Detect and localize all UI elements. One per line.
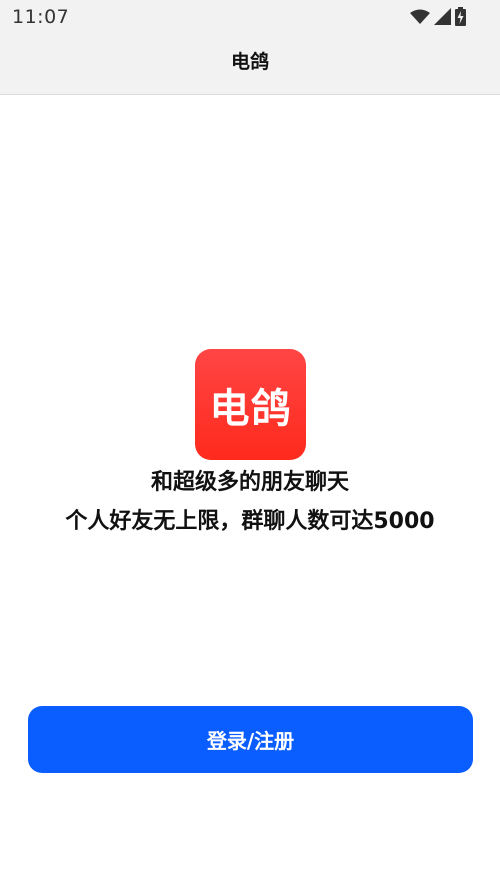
app-logo: 电鸽: [195, 349, 306, 460]
status-time: 11:07: [12, 6, 70, 28]
tagline-primary: 和超级多的朋友聊天: [150, 470, 349, 495]
tagline-secondary: 个人好友无上限，群聊人数可达5000: [65, 509, 435, 534]
app-screen: 11:07 电鸽 电鸽 和超级多的朋友聊天 个人好友无上限，群聊人数可达5000…: [0, 0, 500, 889]
title-bar: 电鸽: [0, 34, 500, 95]
wifi-icon: [410, 9, 430, 25]
app-logo-text: 电鸽: [209, 385, 292, 432]
battery-charging-icon: [455, 7, 466, 26]
cellular-signal-icon: [434, 8, 451, 25]
status-bar: 11:07: [0, 0, 500, 34]
login-register-button[interactable]: 登录/注册: [28, 706, 473, 773]
status-icons: [410, 7, 466, 26]
page-title: 电鸽: [230, 51, 269, 73]
